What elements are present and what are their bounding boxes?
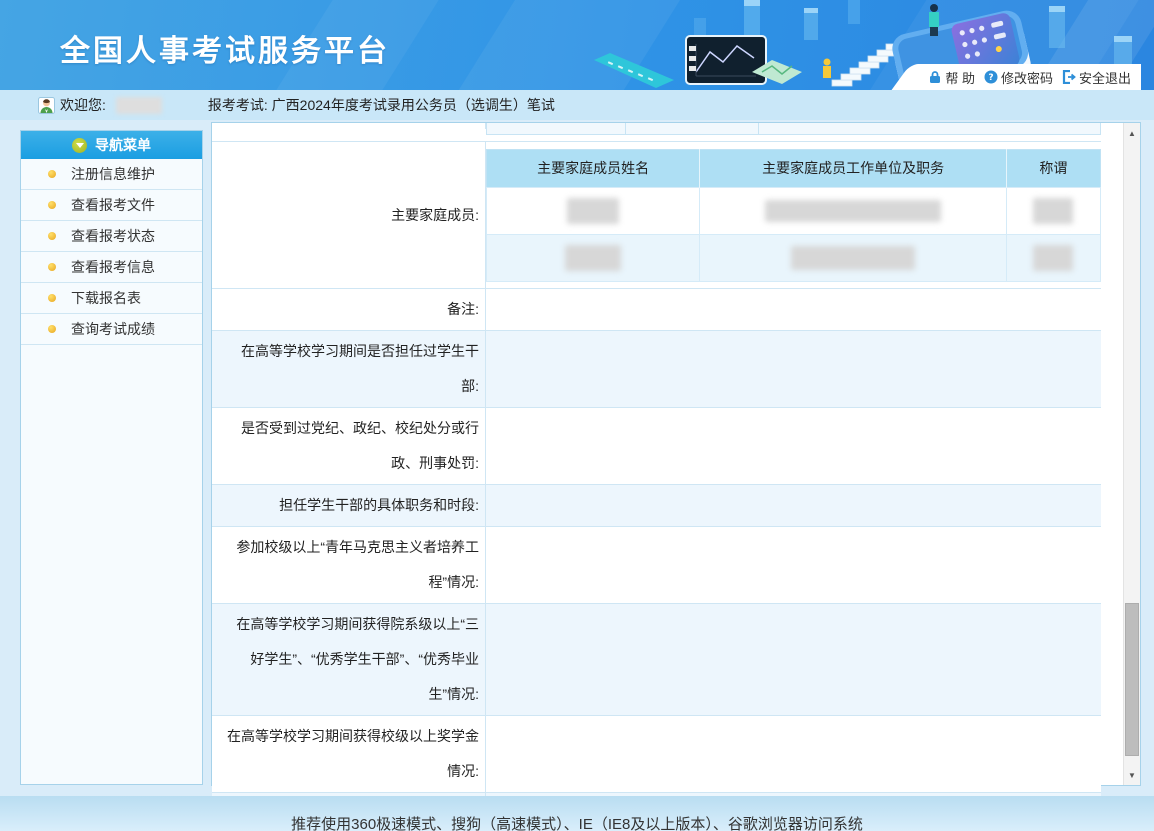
sidebar-item-download-form[interactable]: 下载报名表 bbox=[21, 283, 202, 314]
change-password-label: 修改密码 bbox=[1001, 68, 1053, 87]
redacted-value bbox=[567, 198, 619, 224]
page-title: 全国人事考试服务平台 bbox=[60, 26, 390, 70]
family-table-header-row: 主要家庭成员姓名 主要家庭成员工作单位及职务 称谓 bbox=[487, 149, 1101, 187]
row-value bbox=[486, 485, 1101, 526]
bullet-icon bbox=[48, 170, 56, 178]
change-password-button[interactable]: ? 修改密码 bbox=[984, 68, 1053, 87]
nav-menu-title: 导航菜单 bbox=[95, 135, 151, 155]
welcome-bar: 欢迎您: 报考考试: 广西2024年度考试录用公务员（选调生）笔试 bbox=[0, 90, 1154, 120]
redacted-username bbox=[116, 97, 162, 114]
divider bbox=[625, 123, 626, 134]
table-row-honors: 在高等学校学习期间获得院系级以上“三好学生”、“优秀学生干部”、“优秀毕业生”情… bbox=[212, 604, 1101, 716]
divider bbox=[758, 123, 759, 134]
table-row-partial bbox=[212, 123, 1101, 142]
row-value bbox=[486, 289, 1101, 330]
scrollbar-up-arrow-icon[interactable]: ▲ bbox=[1124, 125, 1140, 141]
content-panel: 主要家庭成员: 主要家庭成员姓名 主要家庭成员工作单位及职务 称谓 bbox=[211, 122, 1141, 786]
table-row bbox=[487, 187, 1101, 234]
sidebar-item-label: 下载报名表 bbox=[71, 288, 141, 308]
svg-text:?: ? bbox=[988, 73, 993, 83]
table-row-cadre-position-period: 担任学生干部的具体职务和时段: bbox=[212, 485, 1101, 527]
sidebar-item-application-info[interactable]: 查看报考信息 bbox=[21, 252, 202, 283]
table-row-discipline-punishment: 是否受到过党纪、政纪、校纪处分或行政、刑事处罚: bbox=[212, 408, 1101, 485]
row-label: 在高等学校学习期间获得校级以上奖学金情况: bbox=[212, 716, 486, 792]
row-label: 参加校级以上“青年马克思主义者培养工程”情况: bbox=[212, 527, 486, 603]
scrollbar-thumb[interactable] bbox=[1125, 603, 1139, 756]
logout-button[interactable]: 安全退出 bbox=[1062, 68, 1131, 87]
row-value: 主要家庭成员姓名 主要家庭成员工作单位及职务 称谓 bbox=[486, 142, 1101, 288]
row-value bbox=[486, 331, 1101, 407]
cell-relation bbox=[1006, 234, 1100, 281]
sidebar-item-label: 查看报考信息 bbox=[71, 257, 155, 277]
table-row-family-members: 主要家庭成员: 主要家庭成员姓名 主要家庭成员工作单位及职务 称谓 bbox=[212, 142, 1101, 289]
question-icon: ? bbox=[984, 70, 998, 84]
table-row-marxism-program: 参加校级以上“青年马克思主义者培养工程”情况: bbox=[212, 527, 1101, 604]
table-row bbox=[487, 234, 1101, 281]
sidebar-item-label: 查看报考状态 bbox=[71, 226, 155, 246]
cell-workunit bbox=[700, 187, 1006, 234]
app-header: 全国人事考试服务平台 帮 助 ? 修改密码 安全退出 bbox=[0, 0, 1154, 90]
exam-registration-text: 报考考试: 广西2024年度考试录用公务员（选调生）笔试 bbox=[208, 95, 555, 115]
redacted-value bbox=[765, 200, 941, 222]
lock-icon bbox=[928, 70, 942, 84]
nav-list: 注册信息维护 查看报考文件 查看报考状态 查看报考信息 下载报名表 查询考试成绩 bbox=[21, 159, 202, 345]
redacted-value bbox=[791, 246, 915, 270]
row-label: 主要家庭成员: bbox=[212, 142, 486, 288]
bullet-icon bbox=[48, 325, 56, 333]
family-members-table: 主要家庭成员姓名 主要家庭成员工作单位及职务 称谓 bbox=[486, 149, 1101, 282]
footer-browser-recommendation: 推荐使用360极速模式、搜狗（高速模式）、IE（IE8及以上版本）、谷歌浏览器访… bbox=[0, 814, 1154, 831]
redacted-value bbox=[565, 245, 621, 271]
row-value bbox=[486, 527, 1101, 603]
row-value bbox=[486, 604, 1101, 715]
sidebar-item-registration-info[interactable]: 注册信息维护 bbox=[21, 159, 202, 190]
sidebar-item-label: 注册信息维护 bbox=[71, 164, 155, 184]
scrollbar-down-arrow-icon[interactable]: ▼ bbox=[1124, 767, 1140, 783]
chevron-down-icon bbox=[72, 138, 87, 153]
row-label bbox=[212, 123, 486, 129]
bullet-icon bbox=[48, 294, 56, 302]
sidebar-item-exam-results[interactable]: 查询考试成绩 bbox=[21, 314, 202, 345]
row-value bbox=[486, 716, 1101, 792]
sidebar-item-exam-documents[interactable]: 查看报考文件 bbox=[21, 190, 202, 221]
row-label: 担任学生干部的具体职务和时段: bbox=[212, 485, 486, 526]
cell-name bbox=[487, 234, 700, 281]
row-label: 是否受到过党纪、政纪、校纪处分或行政、刑事处罚: bbox=[212, 408, 486, 484]
row-label: 备注: bbox=[212, 289, 486, 330]
welcome-label: 欢迎您: bbox=[60, 95, 106, 115]
help-label: 帮 助 bbox=[945, 68, 975, 87]
table-row-student-cadre: 在高等学校学习期间是否担任过学生干部: bbox=[212, 331, 1101, 408]
row-value bbox=[486, 408, 1101, 484]
exit-icon bbox=[1062, 70, 1076, 84]
sidebar-item-application-status[interactable]: 查看报考状态 bbox=[21, 221, 202, 252]
nav-menu-header[interactable]: 导航菜单 bbox=[21, 131, 202, 159]
table-row-scholarship: 在高等学校学习期间获得校级以上奖学金情况: bbox=[212, 716, 1101, 793]
cell-name bbox=[487, 187, 700, 234]
help-button[interactable]: 帮 助 bbox=[928, 68, 975, 87]
table-row-remarks: 备注: bbox=[212, 289, 1101, 331]
previous-table-fragment bbox=[486, 123, 1101, 135]
sidebar-item-label: 查看报考文件 bbox=[71, 195, 155, 215]
cell-workunit bbox=[700, 234, 1006, 281]
row-value bbox=[486, 123, 1101, 135]
bullet-icon bbox=[48, 263, 56, 271]
sidebar-item-label: 查询考试成绩 bbox=[71, 319, 155, 339]
bullet-icon bbox=[48, 201, 56, 209]
column-header-name: 主要家庭成员姓名 bbox=[487, 149, 700, 187]
redacted-value bbox=[1033, 198, 1073, 224]
cell-relation bbox=[1006, 187, 1100, 234]
row-label: 在高等学校学习期间是否担任过学生干部: bbox=[212, 331, 486, 407]
logout-label: 安全退出 bbox=[1079, 68, 1131, 87]
sidebar: 导航菜单 注册信息维护 查看报考文件 查看报考状态 查看报考信息 下载报名表 查… bbox=[20, 130, 203, 785]
redacted-value bbox=[1033, 245, 1073, 271]
application-form: 主要家庭成员: 主要家庭成员姓名 主要家庭成员工作单位及职务 称谓 bbox=[212, 123, 1101, 831]
column-header-workunit: 主要家庭成员工作单位及职务 bbox=[700, 149, 1006, 187]
bullet-icon bbox=[48, 232, 56, 240]
row-label: 在高等学校学习期间获得院系级以上“三好学生”、“优秀学生干部”、“优秀毕业生”情… bbox=[212, 604, 486, 715]
user-avatar-icon bbox=[38, 97, 55, 114]
column-header-relation: 称谓 bbox=[1006, 149, 1100, 187]
vertical-scrollbar[interactable]: ▲ ▼ bbox=[1123, 123, 1140, 785]
utility-bar: 帮 助 ? 修改密码 安全退出 bbox=[910, 64, 1141, 90]
